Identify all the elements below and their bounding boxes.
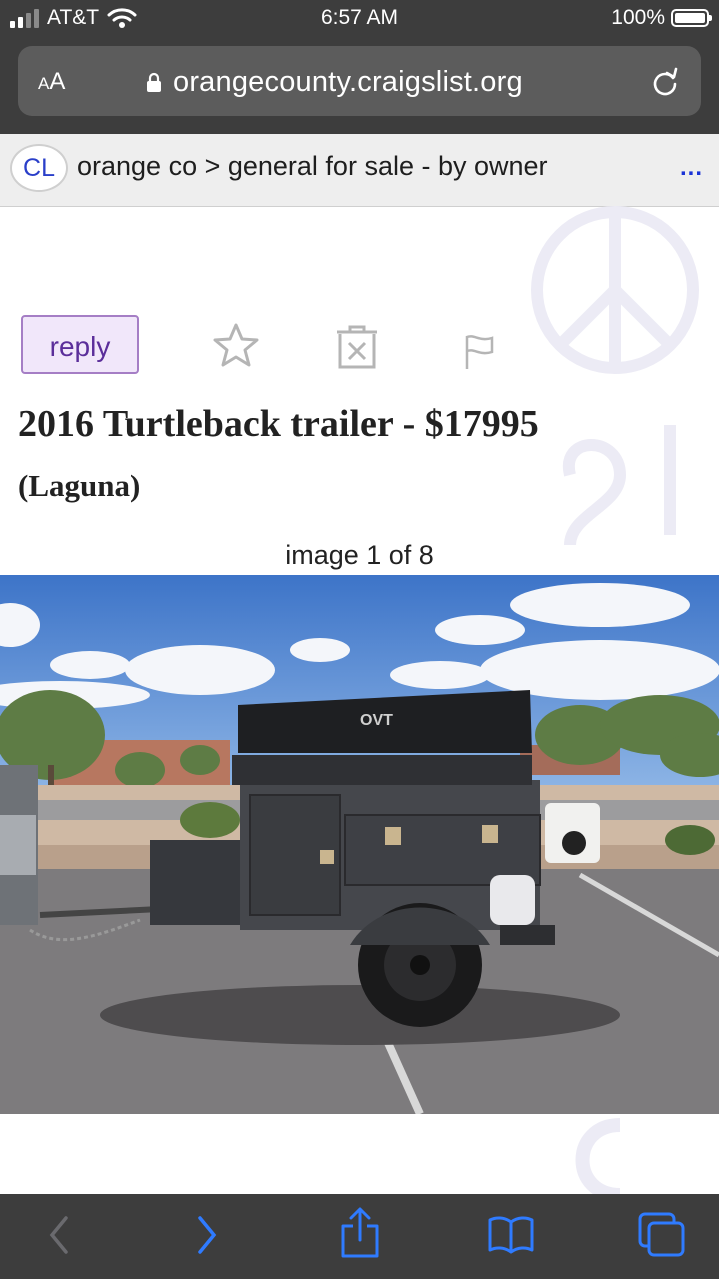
- forward-chevron-icon[interactable]: [192, 1210, 222, 1260]
- craigslist-logo[interactable]: CL: [10, 144, 68, 192]
- text-size-button[interactable]: AA: [38, 68, 65, 96]
- reply-button[interactable]: reply: [21, 315, 139, 374]
- safari-bottom-toolbar: [0, 1194, 719, 1279]
- status-bar: AT&T 6:57 AM 100%: [0, 0, 719, 40]
- tabs-icon[interactable]: [638, 1212, 686, 1258]
- breadcrumb-text[interactable]: orange co > general for sale - by owner: [77, 151, 548, 182]
- more-menu-button[interactable]: ...: [680, 154, 703, 182]
- breadcrumb: CL orange co > general for sale - by own…: [0, 134, 719, 207]
- address-bar[interactable]: AA orangecounty.craigslist.org: [18, 46, 701, 116]
- share-icon[interactable]: [338, 1206, 382, 1260]
- battery-percent: 100%: [611, 6, 665, 29]
- listing-photo[interactable]: OVT: [0, 575, 719, 1114]
- back-chevron-icon[interactable]: [44, 1210, 74, 1260]
- image-counter: image 1 of 8: [285, 540, 434, 570]
- flag-icon[interactable]: [464, 334, 496, 370]
- bookmarks-book-icon[interactable]: [488, 1216, 534, 1254]
- listing-location: (Laguna): [18, 468, 141, 503]
- battery-status: 100%: [611, 6, 712, 30]
- lock-icon: [147, 72, 161, 92]
- listing-title: 2016 Turtleback trailer - $17995: [18, 403, 539, 445]
- favorite-star-icon[interactable]: [211, 322, 261, 368]
- battery-icon: [671, 9, 712, 27]
- reload-icon[interactable]: [649, 66, 681, 98]
- browser-toolbar: AA orangecounty.craigslist.org: [0, 40, 719, 134]
- svg-text:OVT: OVT: [360, 712, 393, 729]
- hide-trash-icon[interactable]: [334, 323, 380, 371]
- url-text[interactable]: orangecounty.craigslist.org: [173, 66, 523, 99]
